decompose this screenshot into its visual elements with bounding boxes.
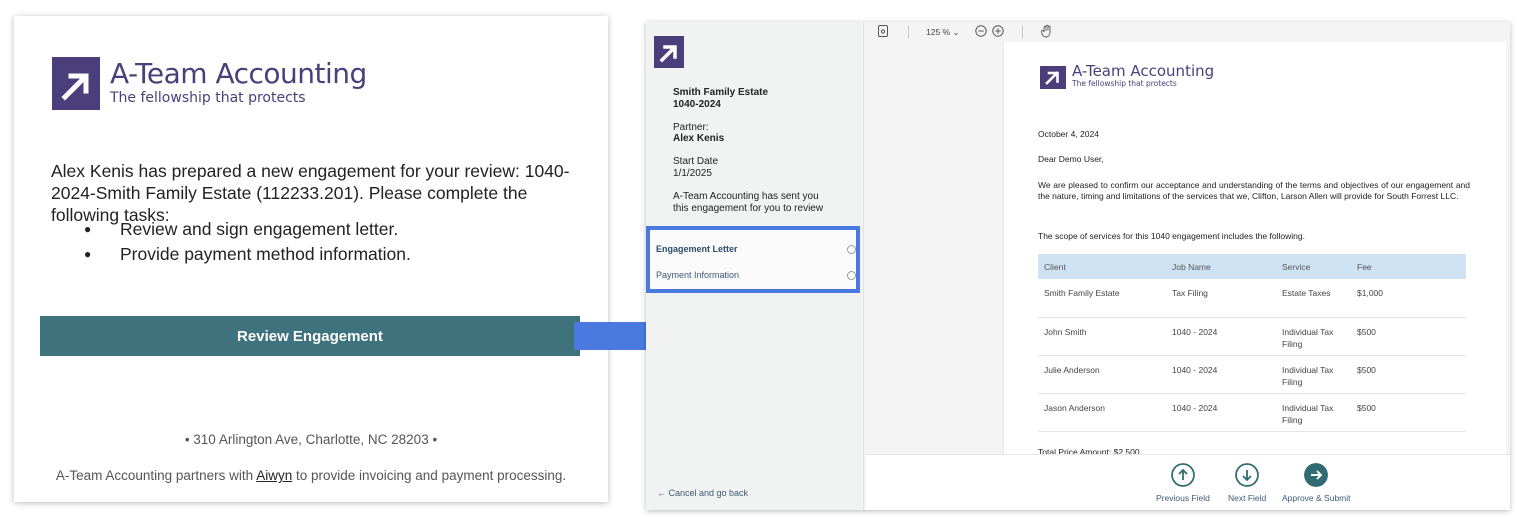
table-header: Client xyxy=(1038,254,1166,279)
address-line: • 310 Arlington Ave, Charlotte, NC 28203… xyxy=(184,432,438,447)
next-field-button[interactable]: Next Field xyxy=(1228,463,1266,503)
arrow-right-circle-icon xyxy=(1304,463,1329,487)
document-logo xyxy=(1040,66,1066,89)
table-cell: Smith Family Estate xyxy=(1038,279,1166,318)
table-row: Jason Anderson 1040 - 2024 Individual Ta… xyxy=(1038,393,1466,432)
letter-date: October 4, 2024 xyxy=(1038,129,1099,139)
client-name: Smith Family Estate xyxy=(673,87,769,98)
task-label: Engagement Letter xyxy=(656,244,738,254)
document-brand: A-Team Accounting The fellowship that pr… xyxy=(1072,62,1214,88)
task-engagement-letter[interactable]: Engagement Letter xyxy=(656,239,856,259)
table-cell: Estate Taxes xyxy=(1276,279,1351,318)
zoom-select[interactable]: 125 % ⌄ xyxy=(926,27,960,38)
partner-name: Alex Kenis xyxy=(673,133,725,144)
table-header: Service xyxy=(1276,254,1351,279)
brand-tagline: The fellowship that protects xyxy=(110,90,306,106)
footer-prefix: A-Team Accounting partners with xyxy=(55,468,257,483)
table-cell: $500 xyxy=(1351,355,1466,394)
task-item: Provide payment method information. xyxy=(84,242,411,267)
table-row: Smith Family Estate Tax Filing Estate Ta… xyxy=(1038,279,1466,318)
app-window: Smith Family Estate 1040-2024 Partner: A… xyxy=(646,22,1510,510)
app-logo xyxy=(654,36,684,68)
viewer-toolbar: 125 % ⌄ xyxy=(866,22,1510,42)
table-header: Job Name xyxy=(1166,254,1276,279)
engagement-code: 1040-2024 xyxy=(673,99,721,110)
toolbar-divider xyxy=(1022,26,1023,38)
partner-label: Partner: xyxy=(673,122,709,133)
table-cell: 1040 - 2024 xyxy=(1166,393,1276,432)
table-cell: Jason Anderson xyxy=(1038,393,1166,432)
table-cell: Individual Tax Filing xyxy=(1276,393,1351,432)
table-cell: Individual Tax Filing xyxy=(1276,355,1351,394)
task-list: Review and sign engagement letter. Provi… xyxy=(84,217,411,267)
task-item: Review and sign engagement letter. xyxy=(84,217,411,242)
arrow-up-icon xyxy=(1171,463,1195,487)
zoom-value: 125 % xyxy=(926,27,951,37)
table-cell: $1,000 xyxy=(1351,279,1466,318)
sidebar: Smith Family Estate 1040-2024 Partner: A… xyxy=(646,22,864,510)
task-payment-information[interactable]: Payment Information xyxy=(656,265,856,285)
page-icon[interactable] xyxy=(878,25,888,39)
status-radio-icon xyxy=(847,244,856,254)
table-cell: 1040 - 2024 xyxy=(1166,355,1276,394)
footer-suffix: to provide invoicing and payment process… xyxy=(292,468,567,483)
approve-submit-label: Approve & Submit xyxy=(1282,493,1351,503)
cancel-link[interactable]: ← Cancel and go back xyxy=(657,488,748,498)
review-engagement-button[interactable]: Review Engagement xyxy=(40,316,580,356)
next-field-label: Next Field xyxy=(1228,493,1267,503)
aiwyn-link[interactable]: Aiwyn xyxy=(256,468,292,483)
task-label: Payment Information xyxy=(656,270,740,280)
brand-name: A-Team Accounting xyxy=(110,57,367,90)
letter-scope: The scope of services for this 1040 enga… xyxy=(1038,231,1305,241)
table-row: John Smith 1040 - 2024 Individual Tax Fi… xyxy=(1038,317,1466,356)
table-cell: 1040 - 2024 xyxy=(1166,317,1276,356)
brand-block: A-Team Accounting The fellowship that pr… xyxy=(110,57,367,107)
document-brand-name: A-Team Accounting xyxy=(1072,62,1215,80)
action-bar: Previous Field Next Field Approve & Subm… xyxy=(866,454,1510,510)
zoom-in-icon[interactable] xyxy=(992,25,1004,39)
sent-note: A-Team Accounting has sent you this enga… xyxy=(673,191,824,214)
table-header-row: Client Job Name Service Fee xyxy=(1038,254,1466,279)
task-navigation: Engagement Letter Payment Information xyxy=(646,226,860,293)
hand-tool-icon[interactable] xyxy=(1041,24,1053,40)
email-panel: A-Team Accounting The fellowship that pr… xyxy=(14,16,608,502)
table-cell: John Smith xyxy=(1038,317,1166,356)
footer-note: A-Team Accounting partners with Aiwyn to… xyxy=(14,468,608,483)
previous-field-label: Previous Field xyxy=(1156,493,1210,503)
table-cell: Julie Anderson xyxy=(1038,355,1166,394)
letter-greeting: Dear Demo User, xyxy=(1038,154,1104,164)
table-cell: Individual Tax Filing xyxy=(1276,317,1351,356)
toolbar-divider xyxy=(908,26,909,38)
start-date: 1/1/2025 xyxy=(673,168,712,179)
engagement-letter-document: A-Team Accounting The fellowship that pr… xyxy=(1003,42,1506,457)
status-radio-icon xyxy=(847,270,856,280)
table-header: Fee xyxy=(1351,254,1466,279)
brand-logo xyxy=(52,57,100,110)
document-brand-tagline: The fellowship that protects xyxy=(1072,79,1177,88)
start-date-label: Start Date xyxy=(673,156,719,167)
services-table: Client Job Name Service Fee Smith Family… xyxy=(1038,254,1466,432)
table-cell: $500 xyxy=(1351,393,1466,432)
table-row: Julie Anderson 1040 - 2024 Individual Ta… xyxy=(1038,355,1466,394)
arrow-down-icon xyxy=(1235,463,1260,487)
zoom-out-icon[interactable] xyxy=(975,25,987,39)
chevron-down-icon: ⌄ xyxy=(952,27,960,37)
previous-field-button[interactable]: Previous Field xyxy=(1156,463,1210,503)
table-cell: Tax Filing xyxy=(1166,279,1276,318)
letter-body: We are pleased to confirm our acceptance… xyxy=(1038,180,1470,201)
table-cell: $500 xyxy=(1351,317,1466,356)
approve-submit-button[interactable]: Approve & Submit xyxy=(1282,463,1351,503)
